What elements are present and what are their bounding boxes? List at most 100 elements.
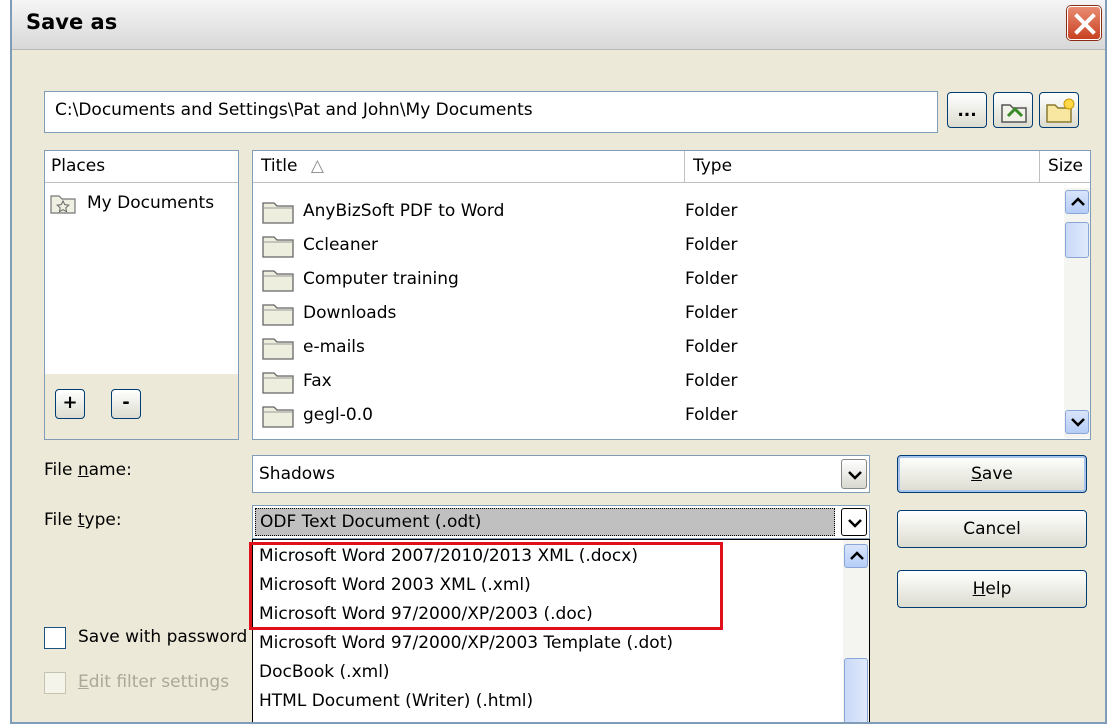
filename-label-key: n — [77, 460, 89, 480]
file-type: Folder — [685, 405, 738, 425]
dropdown-scroll-up-button[interactable] — [844, 544, 868, 568]
filename-value: Shadows — [259, 464, 335, 484]
filename-dropdown-button[interactable] — [841, 459, 867, 489]
save-button[interactable]: Save — [897, 455, 1087, 493]
column-header-size[interactable]: Size — [1040, 151, 1090, 183]
filetype-option[interactable]: Microsoft Word 97/2000/XP/2003 Template … — [259, 633, 673, 653]
filetype-option[interactable]: Rich Text (.rtf) — [259, 720, 379, 722]
dropdown-scroll-thumb[interactable] — [844, 658, 868, 722]
column-header-title[interactable]: Title △ — [253, 151, 685, 183]
folder-icon — [261, 265, 295, 298]
file-type: Folder — [685, 269, 738, 289]
folder-icon — [261, 299, 295, 332]
folder-icon — [261, 333, 295, 366]
folder-icon — [261, 231, 295, 264]
scroll-up-button[interactable] — [1065, 190, 1089, 214]
file-name: gegl-0.0 — [303, 405, 373, 425]
filetype-label-pre: File — [44, 510, 78, 530]
chevron-down-icon — [848, 471, 862, 480]
file-list-scrollbar[interactable] — [1064, 188, 1090, 438]
places-item-label: My Documents — [87, 193, 215, 213]
remove-place-button[interactable]: - — [111, 389, 141, 419]
file-type: Folder — [685, 371, 738, 391]
ellipsis-label: ... — [957, 101, 977, 121]
up-level-button[interactable] — [993, 92, 1033, 128]
filetype-selected-value: ODF Text Document (.odt) — [255, 508, 835, 536]
filetype-dropdown-button[interactable] — [841, 508, 867, 536]
title-bar[interactable]: Save as — [12, 0, 1105, 50]
folder-icon — [261, 197, 295, 230]
dialog-title: Save as — [26, 10, 118, 34]
edit-filter-rest: dit filter settings — [88, 672, 230, 692]
dropdown-scrollbar[interactable] — [843, 540, 869, 722]
close-button[interactable] — [1067, 6, 1101, 40]
filename-input[interactable]: Shadows — [252, 455, 870, 493]
file-list-row[interactable]: gegl-0.0 Folder — [253, 399, 1053, 432]
folder-up-icon — [1001, 104, 1027, 123]
file-type: Folder — [685, 337, 738, 357]
file-list-row[interactable]: Computer training Folder — [253, 263, 1053, 296]
folder-icon — [261, 401, 295, 434]
new-folder-button[interactable] — [1039, 92, 1079, 128]
filetype-option[interactable]: DocBook (.xml) — [259, 662, 390, 682]
chevron-down-icon — [1071, 418, 1085, 427]
browse-path-button[interactable]: ... — [947, 92, 987, 128]
file-name: Ccleaner — [303, 235, 379, 255]
chevron-down-icon — [848, 519, 862, 528]
chevron-up-icon — [850, 551, 864, 560]
cancel-button[interactable]: Cancel — [897, 510, 1087, 548]
save-button-rest: ave — [981, 464, 1013, 484]
places-item-my-documents[interactable]: My Documents — [49, 191, 214, 215]
file-name: Fax — [303, 371, 332, 391]
column-size-label: Size — [1048, 156, 1083, 176]
filetype-label-key: t — [77, 510, 85, 530]
file-list-row[interactable]: Downloads Folder — [253, 297, 1053, 330]
add-place-button[interactable]: + — [55, 389, 85, 419]
places-panel: Places My Documents + - — [44, 150, 239, 440]
new-folder-icon — [1046, 98, 1075, 123]
help-button[interactable]: Help — [897, 570, 1087, 608]
filetype-option[interactable]: HTML Document (Writer) (.html) — [259, 691, 533, 711]
help-button-rest: elp — [985, 579, 1012, 599]
highlight-box — [249, 542, 723, 630]
save-button-key: S — [971, 464, 982, 484]
places-footer: + - — [45, 374, 238, 439]
file-type: Folder — [685, 235, 738, 255]
favorites-folder-icon — [50, 195, 76, 214]
filename-label-pre: File — [44, 460, 78, 480]
column-header-type[interactable]: Type — [685, 151, 1040, 183]
file-list-row[interactable]: e-mails Folder — [253, 331, 1053, 364]
file-name: AnyBizSoft PDF to Word — [303, 201, 505, 221]
save-with-password-label: Save with password — [78, 627, 248, 647]
scroll-down-button[interactable] — [1065, 410, 1089, 434]
scroll-thumb[interactable] — [1065, 222, 1089, 258]
file-list-row[interactable]: AnyBizSoft PDF to Word Folder — [253, 195, 1053, 228]
save-with-password-checkbox[interactable] — [44, 627, 66, 649]
sort-ascending-icon: △ — [310, 156, 324, 176]
file-list: Title △ Type Size AnyBizSoft PDF to Word… — [252, 150, 1091, 440]
filetype-label-post: ype: — [84, 510, 122, 530]
edit-filter-key: E — [78, 672, 89, 692]
file-name: Downloads — [303, 303, 397, 323]
edit-filter-settings-label: Edit filter settings — [78, 672, 229, 692]
places-header: Places — [45, 151, 238, 183]
filename-label: File name: — [44, 460, 132, 480]
close-icon — [1074, 13, 1096, 35]
path-input[interactable]: C:\Documents and Settings\Pat and John\M… — [44, 91, 938, 133]
file-name: e-mails — [303, 337, 365, 357]
file-type: Folder — [685, 303, 738, 323]
folder-icon — [261, 367, 295, 400]
file-type: Folder — [685, 201, 738, 221]
file-list-row[interactable]: Fax Folder — [253, 365, 1053, 398]
help-button-key: H — [972, 579, 986, 599]
edit-filter-settings-checkbox[interactable] — [44, 672, 66, 694]
column-title-label: Title — [261, 156, 298, 176]
filename-label-post: ame: — [88, 460, 132, 480]
file-name: Computer training — [303, 269, 459, 289]
save-as-dialog: Save as C:\Documents and Settings\Pat an… — [10, 0, 1107, 724]
file-list-row[interactable]: Ccleaner Folder — [253, 229, 1053, 262]
filetype-select[interactable]: ODF Text Document (.odt) — [252, 505, 870, 539]
filetype-label: File type: — [44, 510, 122, 530]
column-type-label: Type — [693, 156, 733, 176]
chevron-up-icon — [1071, 197, 1085, 206]
